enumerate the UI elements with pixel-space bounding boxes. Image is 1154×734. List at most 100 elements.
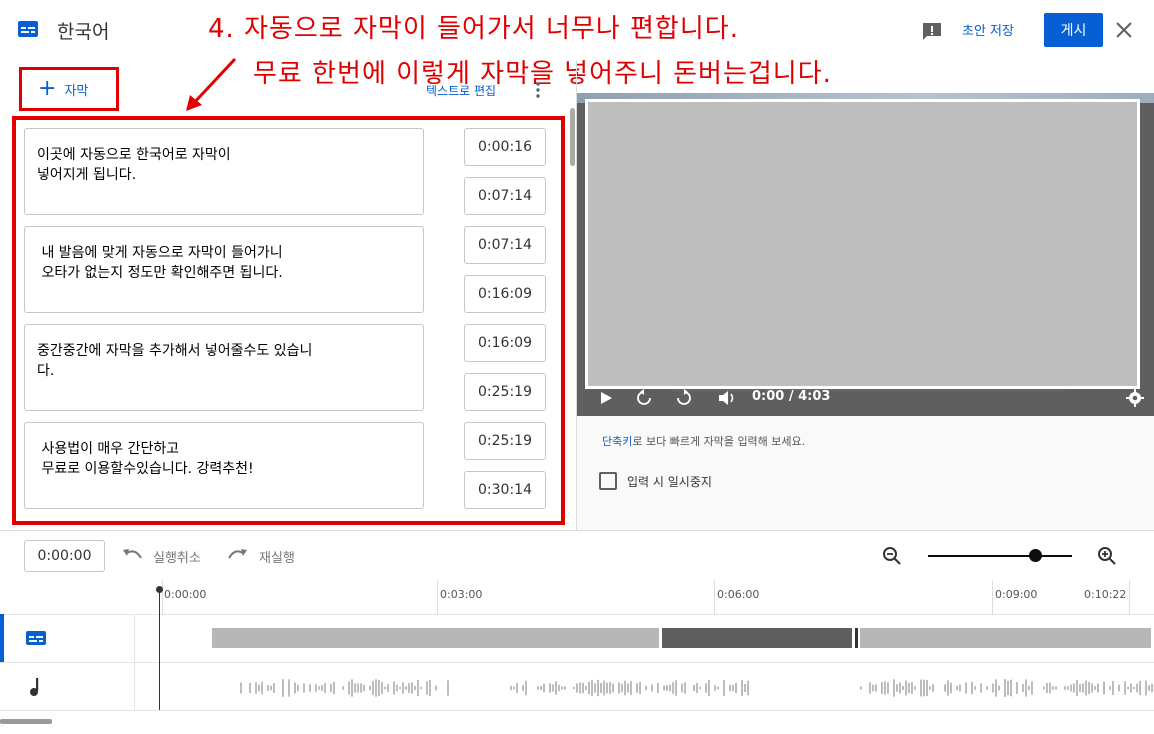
caption-segment-3[interactable] bbox=[860, 628, 1151, 648]
waveform-bar bbox=[875, 684, 877, 692]
waveform-bar bbox=[947, 680, 949, 696]
undo-icon[interactable] bbox=[121, 546, 143, 564]
waveform-bar bbox=[860, 686, 862, 690]
timeline-scrollbar[interactable] bbox=[0, 719, 52, 724]
waveform-bar bbox=[651, 684, 653, 692]
zoom-in-icon[interactable] bbox=[1096, 545, 1118, 567]
waveform-bar bbox=[363, 684, 365, 692]
waveform-bar bbox=[1052, 686, 1054, 690]
playhead[interactable] bbox=[159, 589, 160, 710]
more-vert-icon[interactable] bbox=[532, 80, 544, 100]
waveform-bar bbox=[351, 679, 353, 697]
waveform-bar bbox=[986, 686, 988, 690]
timeline-ruler[interactable]: 0:00:00 0:03:00 0:06:00 0:09:00 0:10:22 bbox=[0, 580, 1154, 614]
waveform-bar bbox=[944, 684, 946, 692]
waveform-bar bbox=[585, 686, 587, 690]
feedback-icon[interactable] bbox=[921, 21, 943, 41]
caption-segment-2[interactable] bbox=[662, 628, 852, 648]
waveform-bar bbox=[582, 682, 584, 694]
waveform-bar bbox=[261, 681, 263, 695]
waveform-bar bbox=[369, 685, 371, 691]
waveform-bar bbox=[399, 686, 401, 690]
player-controls: 0:00 / 4:03 bbox=[577, 381, 1154, 416]
waveform-bar bbox=[600, 683, 602, 693]
forward-10-icon[interactable] bbox=[675, 389, 693, 407]
waveform-bar bbox=[1055, 686, 1057, 690]
publish-button[interactable]: 게시 bbox=[1044, 13, 1103, 47]
undo-button[interactable]: 실행취소 bbox=[153, 547, 201, 566]
active-track-indicator bbox=[0, 614, 4, 662]
waveform-bar bbox=[513, 686, 515, 690]
track-separator bbox=[0, 662, 1154, 663]
zoom-slider-track[interactable] bbox=[928, 555, 1072, 557]
ruler-tick bbox=[714, 580, 715, 614]
waveform-bar bbox=[1133, 686, 1135, 690]
waveform-bar bbox=[714, 685, 716, 691]
waveform-bar bbox=[669, 684, 671, 692]
waveform-bar bbox=[561, 686, 563, 690]
waveform-bar bbox=[558, 684, 560, 692]
save-draft-button[interactable]: 초안 저장 bbox=[962, 20, 1014, 39]
play-icon[interactable] bbox=[599, 391, 613, 405]
player-time-readout: 0:00 / 4:03 bbox=[752, 389, 831, 404]
waveform-bar bbox=[579, 682, 581, 694]
rewind-10-icon[interactable] bbox=[635, 389, 653, 407]
waveform-bar bbox=[393, 681, 395, 695]
close-icon[interactable] bbox=[1113, 19, 1135, 41]
volume-icon[interactable] bbox=[717, 389, 737, 407]
waveform-bar bbox=[273, 683, 275, 693]
waveform-bar bbox=[995, 679, 997, 697]
redo-icon[interactable] bbox=[227, 546, 249, 564]
waveform-bar bbox=[744, 683, 746, 693]
waveform-bar bbox=[908, 682, 910, 694]
pause-while-typing-checkbox[interactable] bbox=[599, 472, 617, 490]
edit-as-text-button[interactable]: 텍스트로 편집 bbox=[426, 82, 496, 99]
waveform-bar bbox=[893, 679, 895, 697]
waveform-bar bbox=[735, 683, 737, 693]
waveform-bar bbox=[603, 680, 605, 696]
waveform-bar bbox=[621, 683, 623, 693]
waveform-bar bbox=[1136, 683, 1138, 693]
add-caption-button[interactable]: + 자막 bbox=[19, 67, 119, 111]
waveform-bar bbox=[1094, 686, 1096, 690]
waveform-bar bbox=[971, 681, 973, 695]
waveform-bar bbox=[732, 685, 734, 691]
waveform-bar bbox=[408, 683, 410, 693]
video-frame[interactable] bbox=[585, 99, 1140, 389]
waveform-bar bbox=[1091, 683, 1093, 693]
playhead-handle[interactable] bbox=[156, 586, 163, 593]
waveform-bar bbox=[249, 682, 251, 694]
caption-segment-1[interactable] bbox=[212, 628, 659, 648]
waveform-bar bbox=[552, 684, 554, 692]
shortcut-link[interactable]: 단축키 bbox=[602, 435, 632, 448]
waveform-bar bbox=[1124, 681, 1126, 695]
waveform-bar bbox=[267, 685, 269, 691]
waveform-bar bbox=[333, 681, 335, 695]
annotation-line-1: 4. 자동으로 자막이 들어가서 너무나 편합니다. bbox=[208, 14, 739, 44]
waveform-bar bbox=[321, 685, 323, 691]
current-time-input[interactable]: 0:00:00 bbox=[24, 540, 105, 572]
waveform-bar bbox=[1130, 683, 1132, 693]
waveform-bar bbox=[612, 683, 614, 693]
settings-gear-icon[interactable] bbox=[1126, 389, 1144, 407]
waveform-bar bbox=[902, 686, 904, 690]
waveform-bar bbox=[992, 683, 994, 693]
ruler-label-4: 0:09:00 bbox=[995, 588, 1038, 601]
ruler-label-3: 0:06:00 bbox=[717, 588, 760, 601]
audio-waveform bbox=[240, 679, 1153, 697]
waveform-bar bbox=[974, 686, 976, 690]
video-player[interactable]: 0:00 / 4:03 bbox=[577, 93, 1154, 416]
waveform-bar bbox=[1103, 681, 1105, 695]
shortcut-hint-text: 로 보다 빠르게 자막을 입력해 보세요. bbox=[632, 435, 806, 448]
waveform-bar bbox=[980, 683, 982, 693]
waveform-bar bbox=[1118, 684, 1120, 692]
zoom-out-icon[interactable] bbox=[881, 545, 903, 567]
waveform-bar bbox=[1016, 682, 1018, 694]
zoom-slider-handle[interactable] bbox=[1029, 549, 1042, 562]
waveform-bar bbox=[1004, 679, 1006, 697]
waveform-bar bbox=[950, 682, 952, 694]
waveform-bar bbox=[1010, 679, 1012, 697]
redo-button[interactable]: 재실행 bbox=[259, 547, 295, 566]
segment-handle[interactable] bbox=[855, 628, 858, 648]
cue-list-scrollbar[interactable] bbox=[570, 108, 575, 166]
